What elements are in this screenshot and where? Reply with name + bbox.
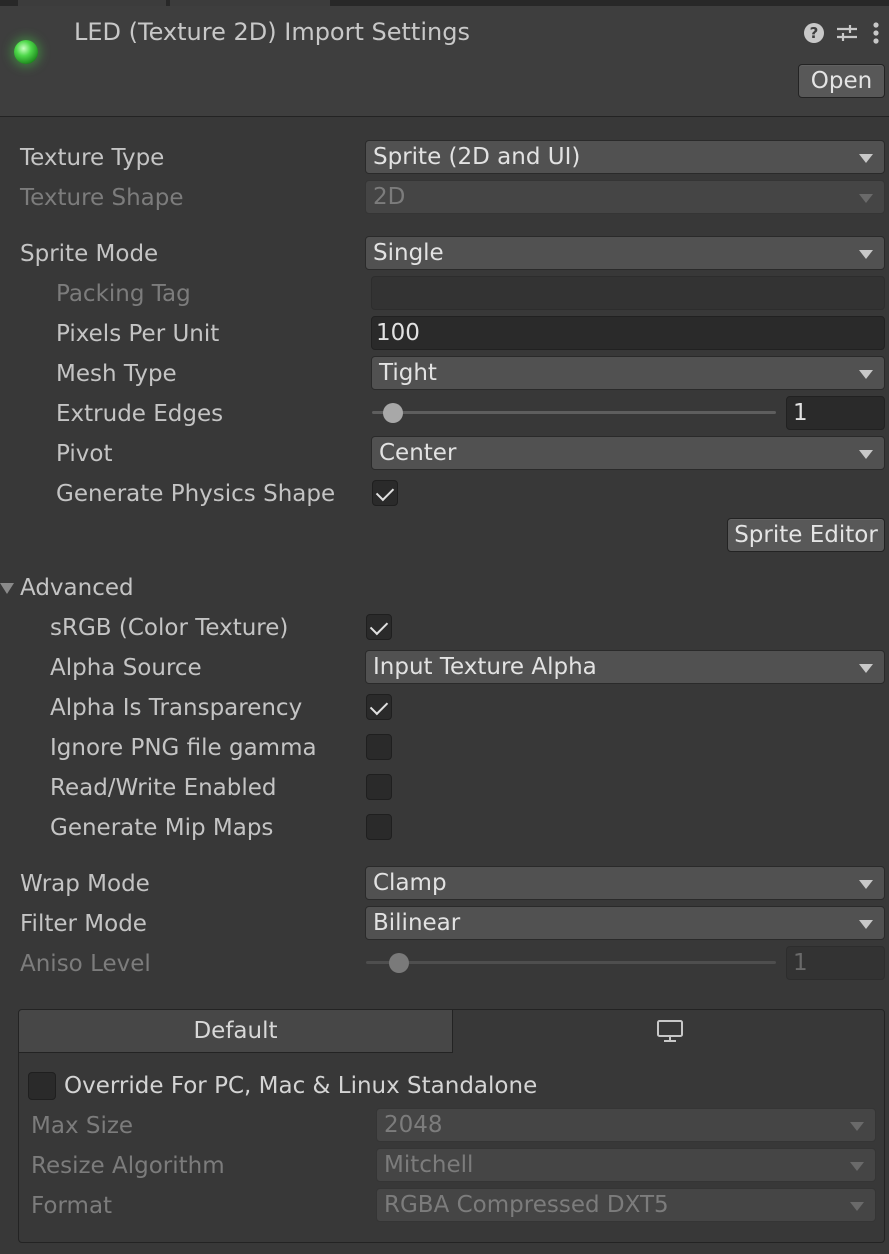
texture-shape-dropdown: 2D <box>365 180 885 214</box>
pixels-per-unit-input[interactable]: 100 <box>371 316 885 350</box>
mesh-type-dropdown[interactable]: Tight <box>371 356 885 390</box>
resize-algorithm-label: Resize Algorithm <box>31 1153 225 1179</box>
alpha-source-value: Input Texture Alpha <box>373 654 597 680</box>
dropdown-arrow-icon <box>859 450 873 459</box>
alpha-is-transparency-checkbox[interactable] <box>366 694 392 720</box>
advanced-foldout-label[interactable]: Advanced <box>20 572 134 604</box>
generate-physics-shape-label: Generate Physics Shape <box>56 481 336 507</box>
advanced-foldout-arrow-icon[interactable] <box>0 583 14 594</box>
texture-preview-icon <box>14 40 38 64</box>
override-checkbox[interactable] <box>28 1072 56 1100</box>
format-dropdown: RGBA Compressed DXT5 <box>376 1188 876 1222</box>
ignore-png-gamma-checkbox[interactable] <box>366 734 392 760</box>
tab-default-platform[interactable]: Default <box>19 1010 453 1052</box>
resize-algorithm-dropdown: Mitchell <box>376 1148 876 1182</box>
ignore-png-gamma-label: Ignore PNG file gamma <box>50 735 317 761</box>
tab-default-label: Default <box>193 1018 278 1044</box>
help-icon[interactable]: ? <box>802 20 826 46</box>
format-value: RGBA Compressed DXT5 <box>384 1192 669 1218</box>
sprite-mode-label: Sprite Mode <box>20 241 159 267</box>
sprite-mode-dropdown[interactable]: Single <box>365 236 885 270</box>
wrap-mode-value: Clamp <box>373 870 447 896</box>
generate-mip-maps-label: Generate Mip Maps <box>50 815 274 841</box>
preset-sliders-icon[interactable] <box>834 20 860 46</box>
extrude-edges-slider-track[interactable] <box>372 411 776 414</box>
pivot-value: Center <box>379 440 457 466</box>
kebab-menu-icon[interactable] <box>868 20 884 46</box>
texture-type-label: Texture Type <box>20 145 165 171</box>
monitor-icon <box>656 1020 683 1042</box>
texture-shape-value: 2D <box>373 184 406 210</box>
mesh-type-value: Tight <box>379 360 437 386</box>
srgb-checkbox[interactable] <box>366 614 392 640</box>
dropdown-arrow-icon <box>859 154 873 163</box>
override-label: Override For PC, Mac & Linux Standalone <box>64 1073 538 1099</box>
dropdown-arrow-icon <box>850 1122 864 1131</box>
texture-type-value: Sprite (2D and UI) <box>373 144 581 170</box>
sprite-mode-value: Single <box>373 240 444 266</box>
texture-type-dropdown[interactable]: Sprite (2D and UI) <box>365 140 885 174</box>
aniso-level-slider-thumb <box>389 953 409 973</box>
filter-mode-label: Filter Mode <box>20 911 147 937</box>
packing-tag-input <box>371 276 885 310</box>
alpha-is-transparency-label: Alpha Is Transparency <box>50 695 303 721</box>
generate-mip-maps-checkbox[interactable] <box>366 814 392 840</box>
header-title: LED (Texture 2D) Import Settings <box>74 18 470 46</box>
dropdown-arrow-icon <box>859 920 873 929</box>
dropdown-arrow-icon <box>859 880 873 889</box>
format-label: Format <box>31 1193 113 1219</box>
pivot-label: Pivot <box>56 441 113 467</box>
resize-algorithm-value: Mitchell <box>384 1152 474 1178</box>
dropdown-arrow-icon <box>859 664 873 673</box>
pixels-per-unit-label: Pixels Per Unit <box>56 321 220 347</box>
aniso-level-input: 1 <box>786 946 885 980</box>
platform-settings-panel: Default Override For PC, Mac & Linux Sta… <box>18 1009 885 1243</box>
filter-mode-value: Bilinear <box>373 910 461 936</box>
srgb-label: sRGB (Color Texture) <box>50 615 289 641</box>
extrude-edges-input[interactable]: 1 <box>786 396 885 430</box>
read-write-label: Read/Write Enabled <box>50 775 277 801</box>
extrude-edges-label: Extrude Edges <box>56 401 224 427</box>
alpha-source-label: Alpha Source <box>50 655 202 681</box>
dropdown-arrow-icon <box>850 1162 864 1171</box>
packing-tag-label: Packing Tag <box>56 281 191 307</box>
dropdown-arrow-icon <box>859 370 873 379</box>
texture-shape-label: Texture Shape <box>20 185 184 211</box>
dropdown-arrow-icon <box>859 194 873 203</box>
wrap-mode-dropdown[interactable]: Clamp <box>365 866 885 900</box>
max-size-label: Max Size <box>31 1113 134 1139</box>
tab-pc-standalone[interactable] <box>453 1010 884 1052</box>
open-button[interactable]: Open <box>798 64 885 98</box>
generate-physics-shape-checkbox[interactable] <box>372 480 398 506</box>
pivot-dropdown[interactable]: Center <box>371 436 885 470</box>
max-size-value: 2048 <box>384 1112 443 1138</box>
sprite-editor-button[interactable]: Sprite Editor <box>727 518 885 552</box>
max-size-dropdown: 2048 <box>376 1108 876 1142</box>
aniso-level-label: Aniso Level <box>20 951 151 977</box>
extrude-edges-slider-thumb[interactable] <box>383 403 403 423</box>
alpha-source-dropdown[interactable]: Input Texture Alpha <box>365 650 885 684</box>
mesh-type-label: Mesh Type <box>56 361 177 387</box>
svg-text:?: ? <box>810 24 819 42</box>
read-write-checkbox[interactable] <box>366 774 392 800</box>
aniso-level-slider-track <box>366 961 776 964</box>
filter-mode-dropdown[interactable]: Bilinear <box>365 906 885 940</box>
dropdown-arrow-icon <box>850 1202 864 1211</box>
tab-divider <box>19 1052 453 1053</box>
dropdown-arrow-icon <box>859 250 873 259</box>
wrap-mode-label: Wrap Mode <box>20 871 150 897</box>
